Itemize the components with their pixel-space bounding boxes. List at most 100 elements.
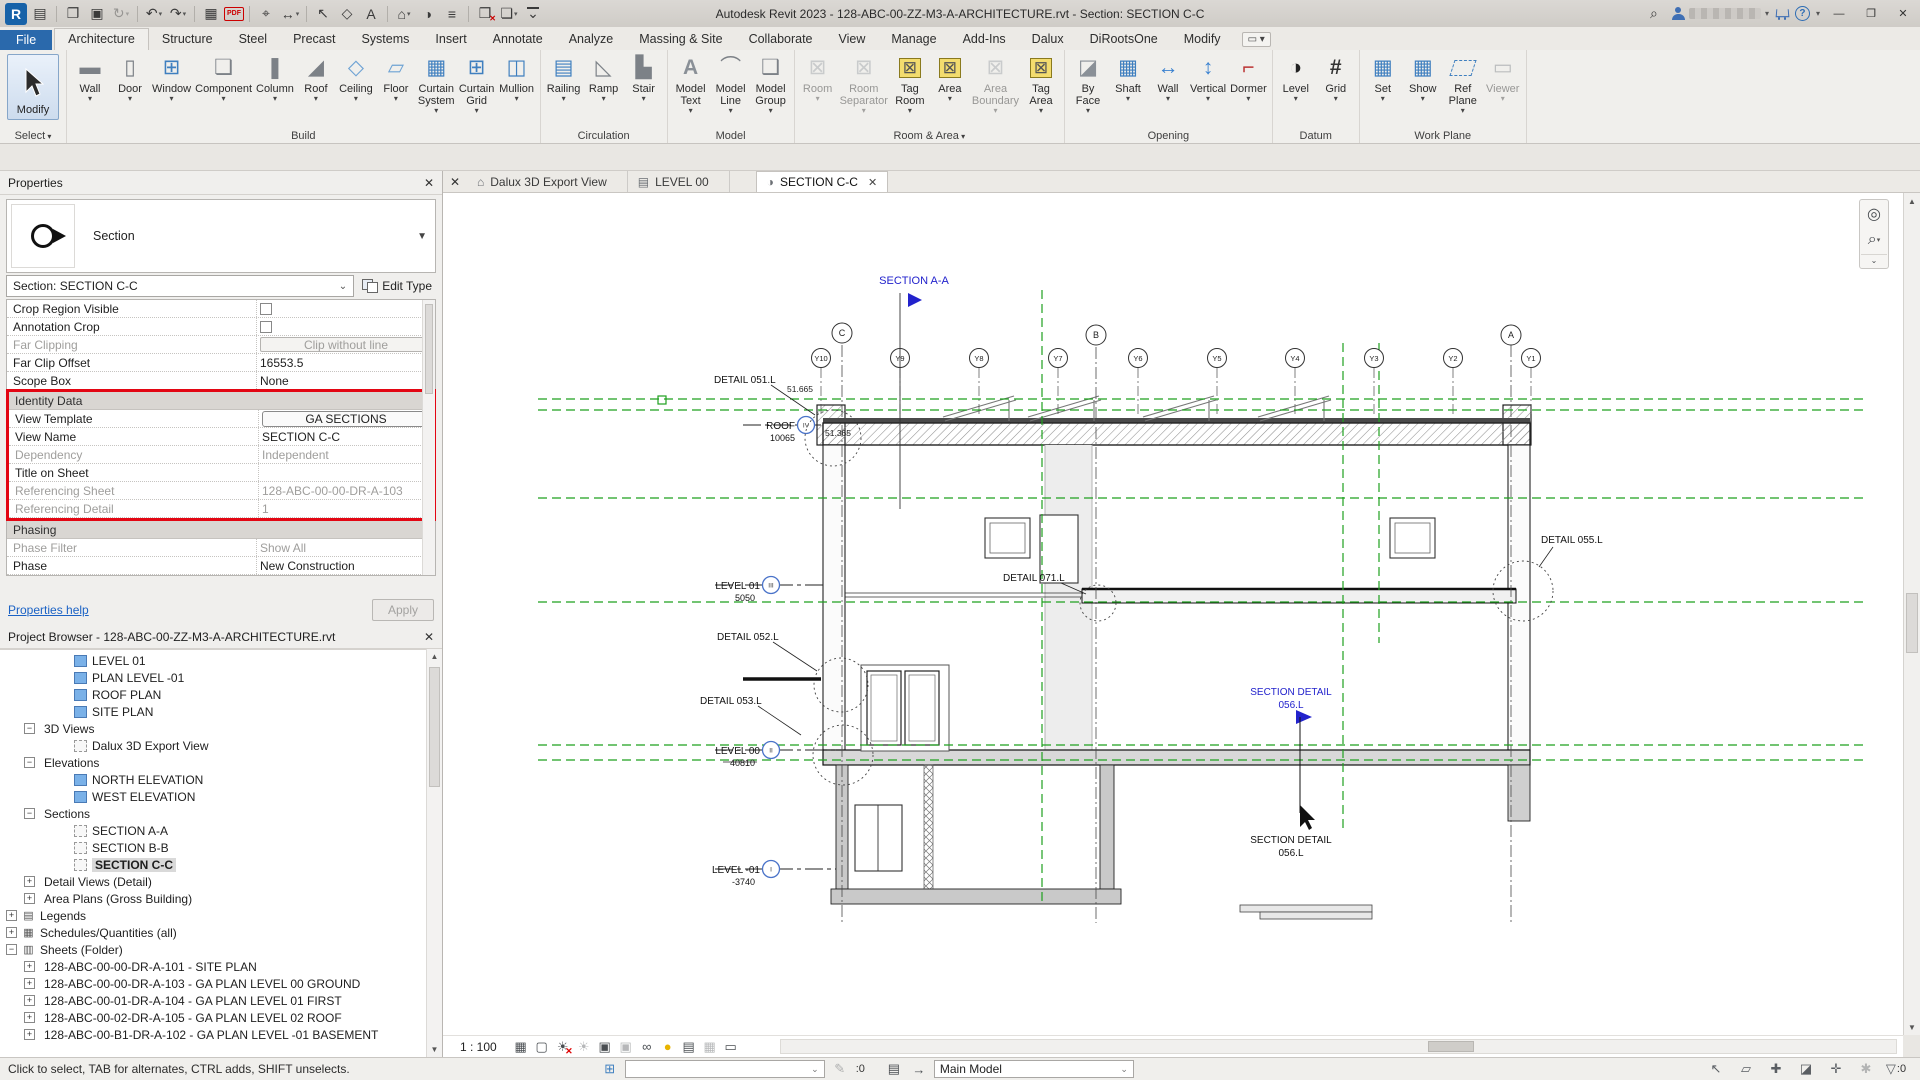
- wall-button[interactable]: ▬ Wall: [70, 52, 110, 103]
- shaft-button[interactable]: ▦ Shaft: [1108, 52, 1148, 103]
- tag-room-button[interactable]: ⊠ TagRoom: [890, 52, 930, 115]
- filter-icon[interactable]: ▽:0: [1886, 1060, 1906, 1078]
- view-tab-dalux-3d[interactable]: ⌂ Dalux 3D Export View: [467, 171, 628, 192]
- crop-view-icon[interactable]: ▣: [596, 1038, 614, 1056]
- tree-toggle[interactable]: −: [6, 944, 17, 955]
- ribbon-tab[interactable]: Analyze: [556, 29, 626, 50]
- tag-area-button[interactable]: ⊠ TagArea: [1021, 52, 1061, 115]
- tree-item[interactable]: + 128-ABC-00-00-DR-A-101 - SITE PLAN: [0, 958, 426, 975]
- measure-icon[interactable]: ⌖: [255, 3, 277, 25]
- tree-toggle[interactable]: +: [24, 961, 35, 972]
- floor-button[interactable]: ▱ Floor: [376, 52, 416, 103]
- curtain-system-button[interactable]: ▦ CurtainSystem: [416, 52, 457, 115]
- window-button[interactable]: ⊞ Window: [150, 52, 193, 103]
- customize-qat-icon[interactable]: ⌄: [522, 3, 544, 25]
- tree-item[interactable]: + 128-ABC-00-01-DR-A-104 - GA PLAN LEVEL…: [0, 992, 426, 1009]
- section-tool-icon[interactable]: ◑: [417, 3, 439, 25]
- viewer-button[interactable]: ▭ Viewer: [1483, 52, 1523, 103]
- ribbon-tab[interactable]: Annotate: [480, 29, 556, 50]
- tree-item[interactable]: ROOF PLAN: [0, 686, 426, 703]
- ribbon-tab[interactable]: Collaborate: [736, 29, 826, 50]
- ribbon-tab[interactable]: Insert: [422, 29, 479, 50]
- property-row[interactable]: View Template GA SECTIONS: [9, 410, 433, 428]
- ribbon-tab[interactable]: DiRootsOne: [1077, 29, 1171, 50]
- dormer-button[interactable]: ⌐ Dormer: [1228, 52, 1269, 103]
- select-underlay-toggle[interactable]: ▱: [1736, 1060, 1756, 1078]
- aligned-dimension-icon[interactable]: ↔: [279, 3, 301, 25]
- tree-item[interactable]: SECTION B-B: [0, 839, 426, 856]
- ref-plane-button[interactable]: RefPlane: [1443, 52, 1483, 115]
- shadows-icon[interactable]: ☀: [575, 1038, 593, 1056]
- property-row[interactable]: Referencing Detail 1: [9, 500, 433, 518]
- drag-on-selection-toggle[interactable]: ✛: [1826, 1060, 1846, 1078]
- temporary-view-properties-icon[interactable]: ▤: [680, 1038, 698, 1056]
- qat-separator[interactable]: [246, 3, 253, 25]
- tree-item[interactable]: + 128-ABC-00-B1-DR-A-102 - GA PLAN LEVEL…: [0, 1026, 426, 1043]
- export-pdf-icon[interactable]: PDF: [224, 7, 244, 21]
- ribbon-tab[interactable]: Manage: [878, 29, 949, 50]
- properties-close-icon[interactable]: ✕: [424, 176, 434, 190]
- minimize-button[interactable]: —: [1826, 4, 1852, 24]
- select-panel-label[interactable]: Select: [0, 130, 66, 142]
- property-row[interactable]: Phase New Construction: [7, 557, 435, 575]
- close-inactive-windows-icon[interactable]: ❒: [474, 3, 496, 25]
- tree-item[interactable]: + Area Plans (Gross Building): [0, 890, 426, 907]
- model-group-button[interactable]: ❑ ModelGroup: [751, 52, 791, 115]
- tag-by-category-icon[interactable]: ◇: [336, 3, 358, 25]
- help-icon[interactable]: ?: [1795, 6, 1810, 21]
- canvas-vertical-scrollbar[interactable]: ▲▼: [1903, 193, 1920, 1035]
- editable-only-icon[interactable]: ✎: [830, 1060, 850, 1078]
- level-button[interactable]: ◑ Level: [1276, 52, 1316, 103]
- column-button[interactable]: ❚ Column: [254, 52, 296, 103]
- tree-item[interactable]: PLAN LEVEL -01: [0, 669, 426, 686]
- ribbon-tab[interactable]: Modify: [1171, 29, 1234, 50]
- restore-button[interactable]: ❐: [1858, 4, 1884, 24]
- search-icon[interactable]: ⌕: [1643, 3, 1665, 25]
- tree-item[interactable]: + 128-ABC-00-02-DR-A-105 - GA PLAN LEVEL…: [0, 1009, 426, 1026]
- tree-toggle[interactable]: +: [24, 893, 35, 904]
- visual-style-icon[interactable]: ▢: [533, 1038, 551, 1056]
- modify-button[interactable]: Modify: [7, 54, 59, 120]
- ribbon-tab[interactable]: File: [0, 30, 52, 50]
- ribbon-tab[interactable]: Precast: [280, 29, 348, 50]
- view-tab-level-00[interactable]: ▤ LEVEL 00: [628, 171, 730, 192]
- active-only-icon[interactable]: →: [909, 1060, 929, 1078]
- apply-button[interactable]: Apply: [372, 599, 434, 621]
- ribbon-display-toggle[interactable]: ▭ ▾: [1242, 32, 1271, 47]
- file-properties-icon[interactable]: ▤: [29, 3, 51, 25]
- panel-label[interactable]: Room & Area: [795, 130, 1064, 142]
- property-row[interactable]: Annotation Crop: [7, 318, 435, 336]
- detail-level-icon[interactable]: ▦: [512, 1038, 530, 1056]
- ceiling-button[interactable]: ◇ Ceiling: [336, 52, 376, 103]
- tree-toggle[interactable]: +: [24, 978, 35, 989]
- tree-item[interactable]: + Schedules/Quantities (all): [0, 924, 426, 941]
- worksets-combo[interactable]: ⌄: [625, 1060, 825, 1078]
- ribbon-tab[interactable]: Systems: [348, 29, 422, 50]
- properties-scrollbar[interactable]: [422, 300, 435, 575]
- property-row[interactable]: Phase Filter Show All: [7, 539, 435, 557]
- room-button[interactable]: ⊠ Room: [798, 52, 838, 103]
- tree-item[interactable]: SECTION A-A: [0, 822, 426, 839]
- roof-button[interactable]: ◢ Roof: [296, 52, 336, 103]
- reveal-hidden-elements-icon[interactable]: ●: [659, 1038, 677, 1056]
- stair-button[interactable]: ▙ Stair: [624, 52, 664, 103]
- identity-data-group-header[interactable]: Identity Data «: [9, 392, 433, 410]
- worksharing-display-icon[interactable]: ▦: [701, 1038, 719, 1056]
- qat-separator[interactable]: [303, 3, 310, 25]
- tree-item[interactable]: Dalux 3D Export View: [0, 737, 426, 754]
- drawing-area[interactable]: C B A Y10 Y9 Y8 Y7 Y6 Y5 Y4 Y3 Y2 Y1 SEC…: [443, 193, 1903, 1035]
- tree-item[interactable]: NORTH ELEVATION: [0, 771, 426, 788]
- modify-arrow-icon[interactable]: ↖: [312, 3, 334, 25]
- tree-toggle[interactable]: +: [24, 995, 35, 1006]
- property-row[interactable]: Title on Sheet: [9, 464, 433, 482]
- property-row[interactable]: View Name SECTION C-C: [9, 428, 433, 446]
- edit-type-button[interactable]: Edit Type: [358, 275, 436, 297]
- save-icon[interactable]: ▣: [86, 3, 108, 25]
- sun-path-icon[interactable]: ☀: [554, 1038, 572, 1056]
- curtain-grid-button[interactable]: ⊞ CurtainGrid: [457, 52, 497, 115]
- railing-button[interactable]: ▤ Railing: [544, 52, 584, 103]
- phasing-group-header[interactable]: Phasing «: [7, 521, 435, 539]
- wall-opening-button[interactable]: ↔ Wall: [1148, 52, 1188, 103]
- temporary-hide-isolate-icon[interactable]: ∞: [638, 1038, 656, 1056]
- show-work-plane-button[interactable]: ▦ Show: [1403, 52, 1443, 103]
